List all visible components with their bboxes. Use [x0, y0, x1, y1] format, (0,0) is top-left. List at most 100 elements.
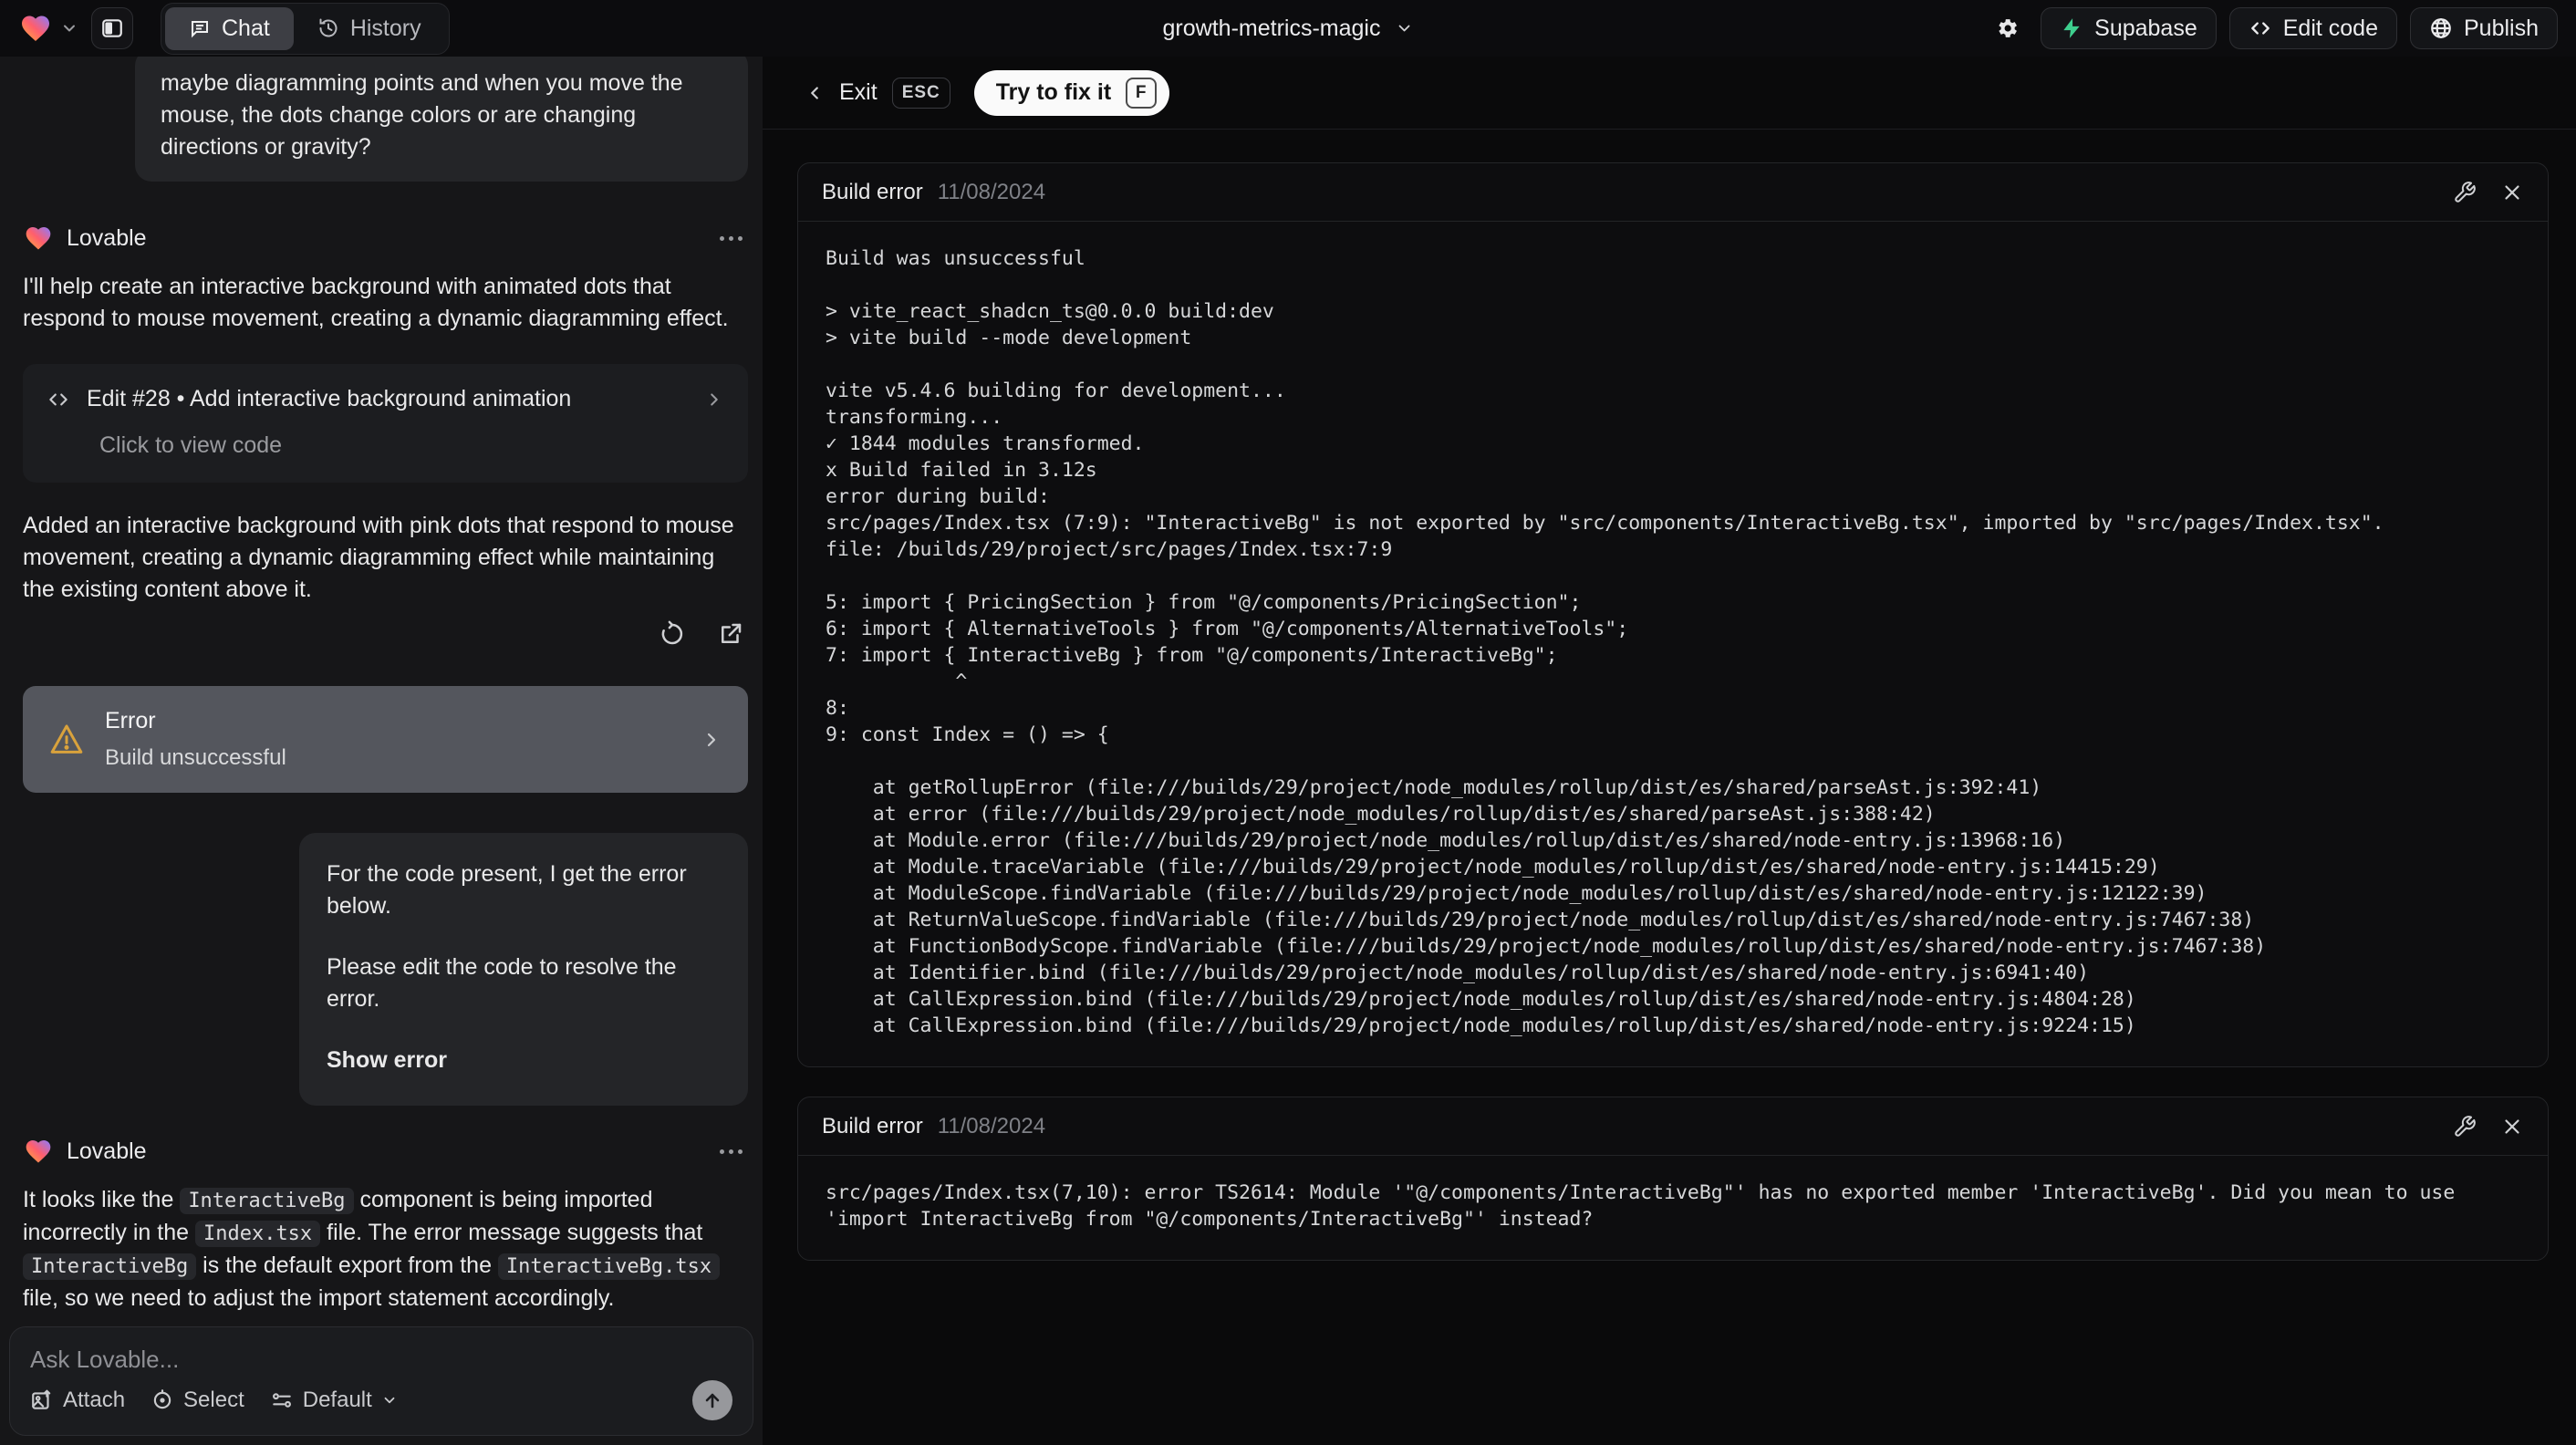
fix-wrench-icon[interactable]: [2453, 181, 2477, 204]
exit-button[interactable]: Exit ESC: [805, 77, 950, 109]
log-line: at error (file:///builds/29/project/node…: [826, 803, 1936, 826]
log-line: at Identifier.bind (file:///builds/29/pr…: [826, 962, 2090, 984]
code-brackets-icon: [47, 388, 70, 411]
fix-wrench-icon[interactable]: [2453, 1115, 2477, 1138]
publish-button[interactable]: Publish: [2410, 7, 2558, 49]
inline-code: InteractiveBg: [23, 1253, 197, 1280]
open-preview-icon[interactable]: [713, 617, 748, 651]
select-button[interactable]: Select: [151, 1388, 244, 1413]
message-actions: [23, 617, 748, 651]
log-line: transforming...: [826, 406, 1003, 429]
build-error-title: Build error: [822, 179, 923, 204]
assistant-header: Lovable: [23, 224, 748, 253]
user-message-text: Please edit the code to resolve the erro…: [327, 954, 677, 1012]
log-line: ^: [826, 671, 968, 693]
chevron-down-icon: [381, 1392, 398, 1409]
sidebar-panel-icon: [100, 16, 124, 40]
esc-key-badge: ESC: [891, 77, 950, 109]
log-line: 6: import { AlternativeTools } from "@/c…: [826, 618, 1629, 640]
mode-label: Default: [302, 1388, 372, 1412]
select-label: Select: [183, 1388, 244, 1412]
f-key-badge: F: [1126, 77, 1158, 109]
build-error-title: Build error: [822, 1113, 923, 1138]
chevron-down-icon: [1395, 19, 1413, 37]
sidebar-toggle-button[interactable]: [91, 7, 133, 49]
user-message-text: For the code present, I get the error be…: [327, 861, 687, 919]
supabase-button[interactable]: Supabase: [2041, 7, 2217, 49]
error-card-title: Error: [105, 708, 156, 733]
build-error-header: Build error 11/08/2024: [798, 163, 2548, 222]
try-to-fix-button[interactable]: Try to fix it F: [973, 69, 1170, 116]
log-line: x Build failed in 3.12s: [826, 459, 1097, 482]
close-icon[interactable]: [2500, 1115, 2524, 1138]
error-view-panel: Exit ESC Try to fix it F Build error 11/…: [763, 57, 2576, 1445]
tab-chat[interactable]: Chat: [165, 6, 294, 50]
send-button[interactable]: [692, 1380, 732, 1420]
supabase-label: Supabase: [2094, 15, 2197, 41]
composer: Attach Select Default: [9, 1326, 753, 1436]
more-menu-icon[interactable]: [714, 231, 748, 246]
error-card[interactable]: Error Build unsuccessful: [23, 686, 748, 793]
log-line: at FunctionBodyScope.findVariable (file:…: [826, 935, 2267, 958]
log-line: 7: import { InteractiveBg } from "@/comp…: [826, 644, 1558, 667]
inline-code: Index.tsx: [194, 1221, 321, 1247]
log-line: error during build:: [826, 485, 1050, 508]
tab-history-label: History: [349, 15, 421, 41]
show-error-link[interactable]: Show error: [327, 1045, 721, 1076]
close-icon[interactable]: [2500, 181, 2524, 204]
log-line: vite v5.4.6 building for development...: [826, 379, 1286, 402]
log-line: at getRollupError (file:///builds/29/pro…: [826, 776, 2042, 799]
tab-chat-label: Chat: [222, 15, 270, 41]
log-line: at Module.error (file:///builds/29/proje…: [826, 829, 2066, 852]
message-text: file. The error message suggests that: [320, 1220, 703, 1245]
arrow-up-icon: [701, 1389, 723, 1411]
supabase-bolt-icon: [2060, 16, 2083, 40]
log-line: file: /builds/29/project/src/pages/Index…: [826, 538, 1393, 561]
edit-card-subtitle: Click to view code: [99, 432, 283, 458]
attach-button[interactable]: Attach: [30, 1388, 125, 1413]
chat-input[interactable]: [30, 1346, 732, 1380]
build-error-date: 11/08/2024: [937, 179, 1046, 204]
workspace-menu[interactable]: [18, 12, 78, 45]
more-menu-icon[interactable]: [714, 1144, 748, 1159]
assistant-message: It looks like the InteractiveBg componen…: [23, 1184, 748, 1315]
chevron-left-icon: [805, 83, 825, 103]
edit-code-button[interactable]: Edit code: [2228, 7, 2397, 49]
user-message-text: maybe diagramming points and when you mo…: [161, 70, 683, 160]
attach-image-icon: [30, 1388, 54, 1412]
settings-button[interactable]: [1986, 7, 2028, 49]
project-selector[interactable]: growth-metrics-magic: [1163, 0, 1414, 57]
edit-card-title: Edit #28 • Add interactive background an…: [87, 386, 572, 411]
log-line: at Module.traceVariable (file:///builds/…: [826, 856, 2160, 878]
log-line: > vite_react_shadcn_ts@0.0.0 build:dev: [826, 300, 1274, 323]
tab-history[interactable]: History: [294, 7, 445, 50]
mode-dropdown[interactable]: Default: [270, 1388, 398, 1413]
build-error-panel-1: Build error 11/08/2024 Build was unsucce…: [797, 162, 2549, 1067]
log-line: 5: import { PricingSection } from "@/com…: [826, 591, 1582, 614]
gear-icon: [1994, 16, 2020, 41]
chat-scroll-area[interactable]: maybe diagramming points and when you mo…: [0, 57, 763, 1319]
exit-label: Exit: [839, 79, 878, 105]
warning-triangle-icon: [48, 722, 85, 758]
log-line: ✓ 1844 modules transformed.: [826, 432, 1145, 455]
build-error-date: 11/08/2024: [937, 1113, 1046, 1138]
log-line: at ModuleScope.findVariable (file:///bui…: [826, 882, 2207, 905]
message-text: file, so we need to adjust the import st…: [23, 1285, 615, 1311]
lovable-avatar: [23, 224, 54, 253]
log-line: > vite build --mode development: [826, 327, 1192, 349]
build-log: src/pages/Index.tsx(7,10): error TS2614:…: [798, 1156, 2548, 1260]
log-line: Build was unsuccessful: [826, 247, 1085, 270]
log-line: src/pages/Index.tsx (7:9): "InteractiveB…: [826, 512, 2384, 535]
restore-icon[interactable]: [655, 617, 690, 651]
assistant-message: I'll help create an interactive backgrou…: [23, 274, 729, 331]
chat-panel: maybe diagramming points and when you mo…: [0, 57, 763, 1445]
fix-toolbar: Exit ESC Try to fix it F: [763, 57, 2576, 130]
globe-icon: [2429, 16, 2453, 40]
chat-history-switch: Chat History: [161, 2, 450, 55]
edit-card-28[interactable]: Edit #28 • Add interactive background an…: [23, 364, 748, 483]
history-clock-icon: [317, 17, 339, 39]
log-line: at CallExpression.bind (file:///builds/2…: [826, 988, 2136, 1011]
